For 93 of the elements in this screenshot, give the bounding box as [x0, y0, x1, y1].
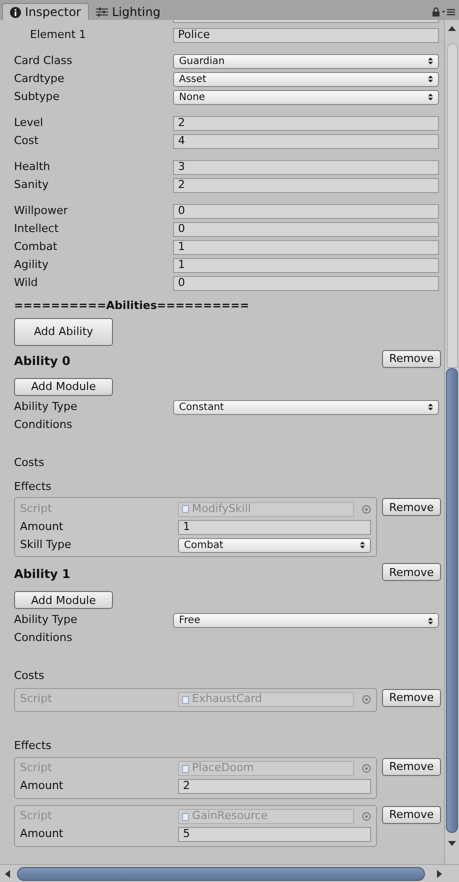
target-icon[interactable]: [362, 764, 371, 773]
dropdown-arrows-icon: [428, 403, 433, 411]
dropdown[interactable]: Asset: [173, 72, 439, 86]
text-field[interactable]: 2: [178, 779, 371, 794]
field-label: Intellect: [14, 220, 60, 237]
menu-icon[interactable]: [442, 8, 455, 16]
tab[interactable]: Inspector: [2, 3, 89, 20]
scroll-thumb[interactable]: [17, 866, 425, 880]
script-icon: [182, 505, 189, 513]
field-label: Effects: [14, 478, 52, 495]
field-label: Cost: [14, 132, 40, 149]
target-icon[interactable]: [362, 504, 371, 514]
push-button[interactable]: Remove: [382, 563, 441, 581]
field-label: Health: [14, 158, 52, 175]
dropdown-arrows-icon: [360, 541, 365, 549]
field-label: Cardtype: [14, 70, 66, 87]
field-label: Costs: [14, 454, 46, 471]
field-label: Effects: [14, 738, 52, 754]
script-icon: [182, 812, 189, 820]
right-arrow-icon[interactable]: [437, 870, 442, 878]
field-label: Willpower: [14, 202, 69, 219]
field-label: Script: [20, 808, 53, 824]
text-field[interactable]: 3: [173, 160, 439, 174]
push-button[interactable]: Add Module: [14, 378, 113, 396]
text-field[interactable]: 5: [178, 827, 371, 842]
script-field: ModifySkill: [178, 502, 354, 516]
push-button[interactable]: Add Module: [14, 591, 113, 609]
text-field[interactable]: 2: [173, 116, 439, 130]
field-label: Subtype: [14, 88, 61, 105]
field-label: Amount: [20, 778, 64, 794]
script-icon: [182, 696, 189, 704]
sliders-icon: [96, 6, 108, 16]
field-label: Ability Type: [14, 398, 78, 415]
field-label: Ability Type: [14, 612, 78, 628]
field-label: Combat: [14, 238, 58, 255]
field-label: Script: [20, 500, 53, 517]
text-field[interactable]: 0: [173, 204, 439, 218]
script-field: PlaceDoom: [178, 761, 354, 776]
field-label: Conditions: [14, 416, 74, 433]
field-label: Level: [14, 114, 44, 131]
dropdown-arrows-icon: [428, 75, 433, 83]
field-label: Card Class: [14, 52, 74, 69]
script-icon: [182, 764, 189, 772]
up-arrow-icon[interactable]: [448, 26, 456, 31]
field-label: Conditions: [14, 630, 74, 646]
push-button[interactable]: Add Ability: [14, 318, 113, 346]
target-icon[interactable]: [362, 812, 371, 821]
dropdown-arrows-icon: [428, 57, 433, 65]
scroll-thumb[interactable]: [446, 368, 458, 833]
field-label: Amount: [20, 826, 64, 842]
info-icon: [10, 6, 21, 18]
dropdown[interactable]: Free: [173, 613, 439, 628]
field-label: Element 1: [30, 26, 88, 43]
dropdown[interactable]: Combat: [178, 538, 371, 552]
lock-icon[interactable]: [432, 7, 440, 17]
field-label: Wild: [14, 274, 39, 291]
dropdown-arrows-icon: [428, 93, 433, 101]
target-icon[interactable]: [362, 695, 371, 704]
dropdown-arrows-icon: [428, 616, 433, 624]
dropdown[interactable]: Constant: [173, 400, 439, 414]
field-label: Amount: [20, 518, 64, 535]
field-label: Script: [20, 691, 53, 708]
dropdown[interactable]: None: [173, 90, 439, 104]
field-label: Script: [20, 760, 53, 776]
ability-title: Ability 0: [14, 352, 70, 370]
text-field[interactable]: 1: [173, 258, 439, 272]
text-field[interactable]: 2: [173, 178, 439, 192]
dropdown[interactable]: Guardian: [173, 54, 439, 68]
text-field[interactable]: [173, 20, 439, 23]
push-button[interactable]: Remove: [382, 688, 441, 706]
down-arrow-icon[interactable]: [448, 841, 456, 846]
field-label: Sanity: [14, 176, 50, 193]
text-field[interactable]: 0: [173, 222, 439, 236]
left-arrow-icon[interactable]: [5, 870, 10, 878]
push-button[interactable]: Remove: [382, 350, 441, 368]
ability-title: Ability 1: [14, 566, 70, 583]
text-field[interactable]: 1: [173, 240, 439, 254]
script-field: ExhaustCard: [178, 692, 354, 707]
script-field: GainResource: [178, 809, 354, 824]
field-label: Costs: [14, 668, 46, 684]
field-label: Agility: [14, 256, 50, 273]
vertical-scrollbar[interactable]: [444, 20, 459, 864]
push-button[interactable]: Remove: [382, 806, 441, 824]
text-field[interactable]: 0: [173, 276, 439, 290]
push-button[interactable]: Remove: [382, 758, 441, 776]
push-button[interactable]: Remove: [382, 498, 441, 516]
horizontal-scrollbar[interactable]: [0, 864, 459, 882]
text-field[interactable]: 1: [178, 520, 371, 534]
tab[interactable]: Lighting: [88, 3, 168, 20]
text-field[interactable]: Police: [173, 28, 439, 42]
text-field[interactable]: 4: [173, 134, 439, 148]
section-header: ==========Abilities==========: [14, 298, 250, 314]
field-label: Skill Type: [20, 536, 72, 553]
